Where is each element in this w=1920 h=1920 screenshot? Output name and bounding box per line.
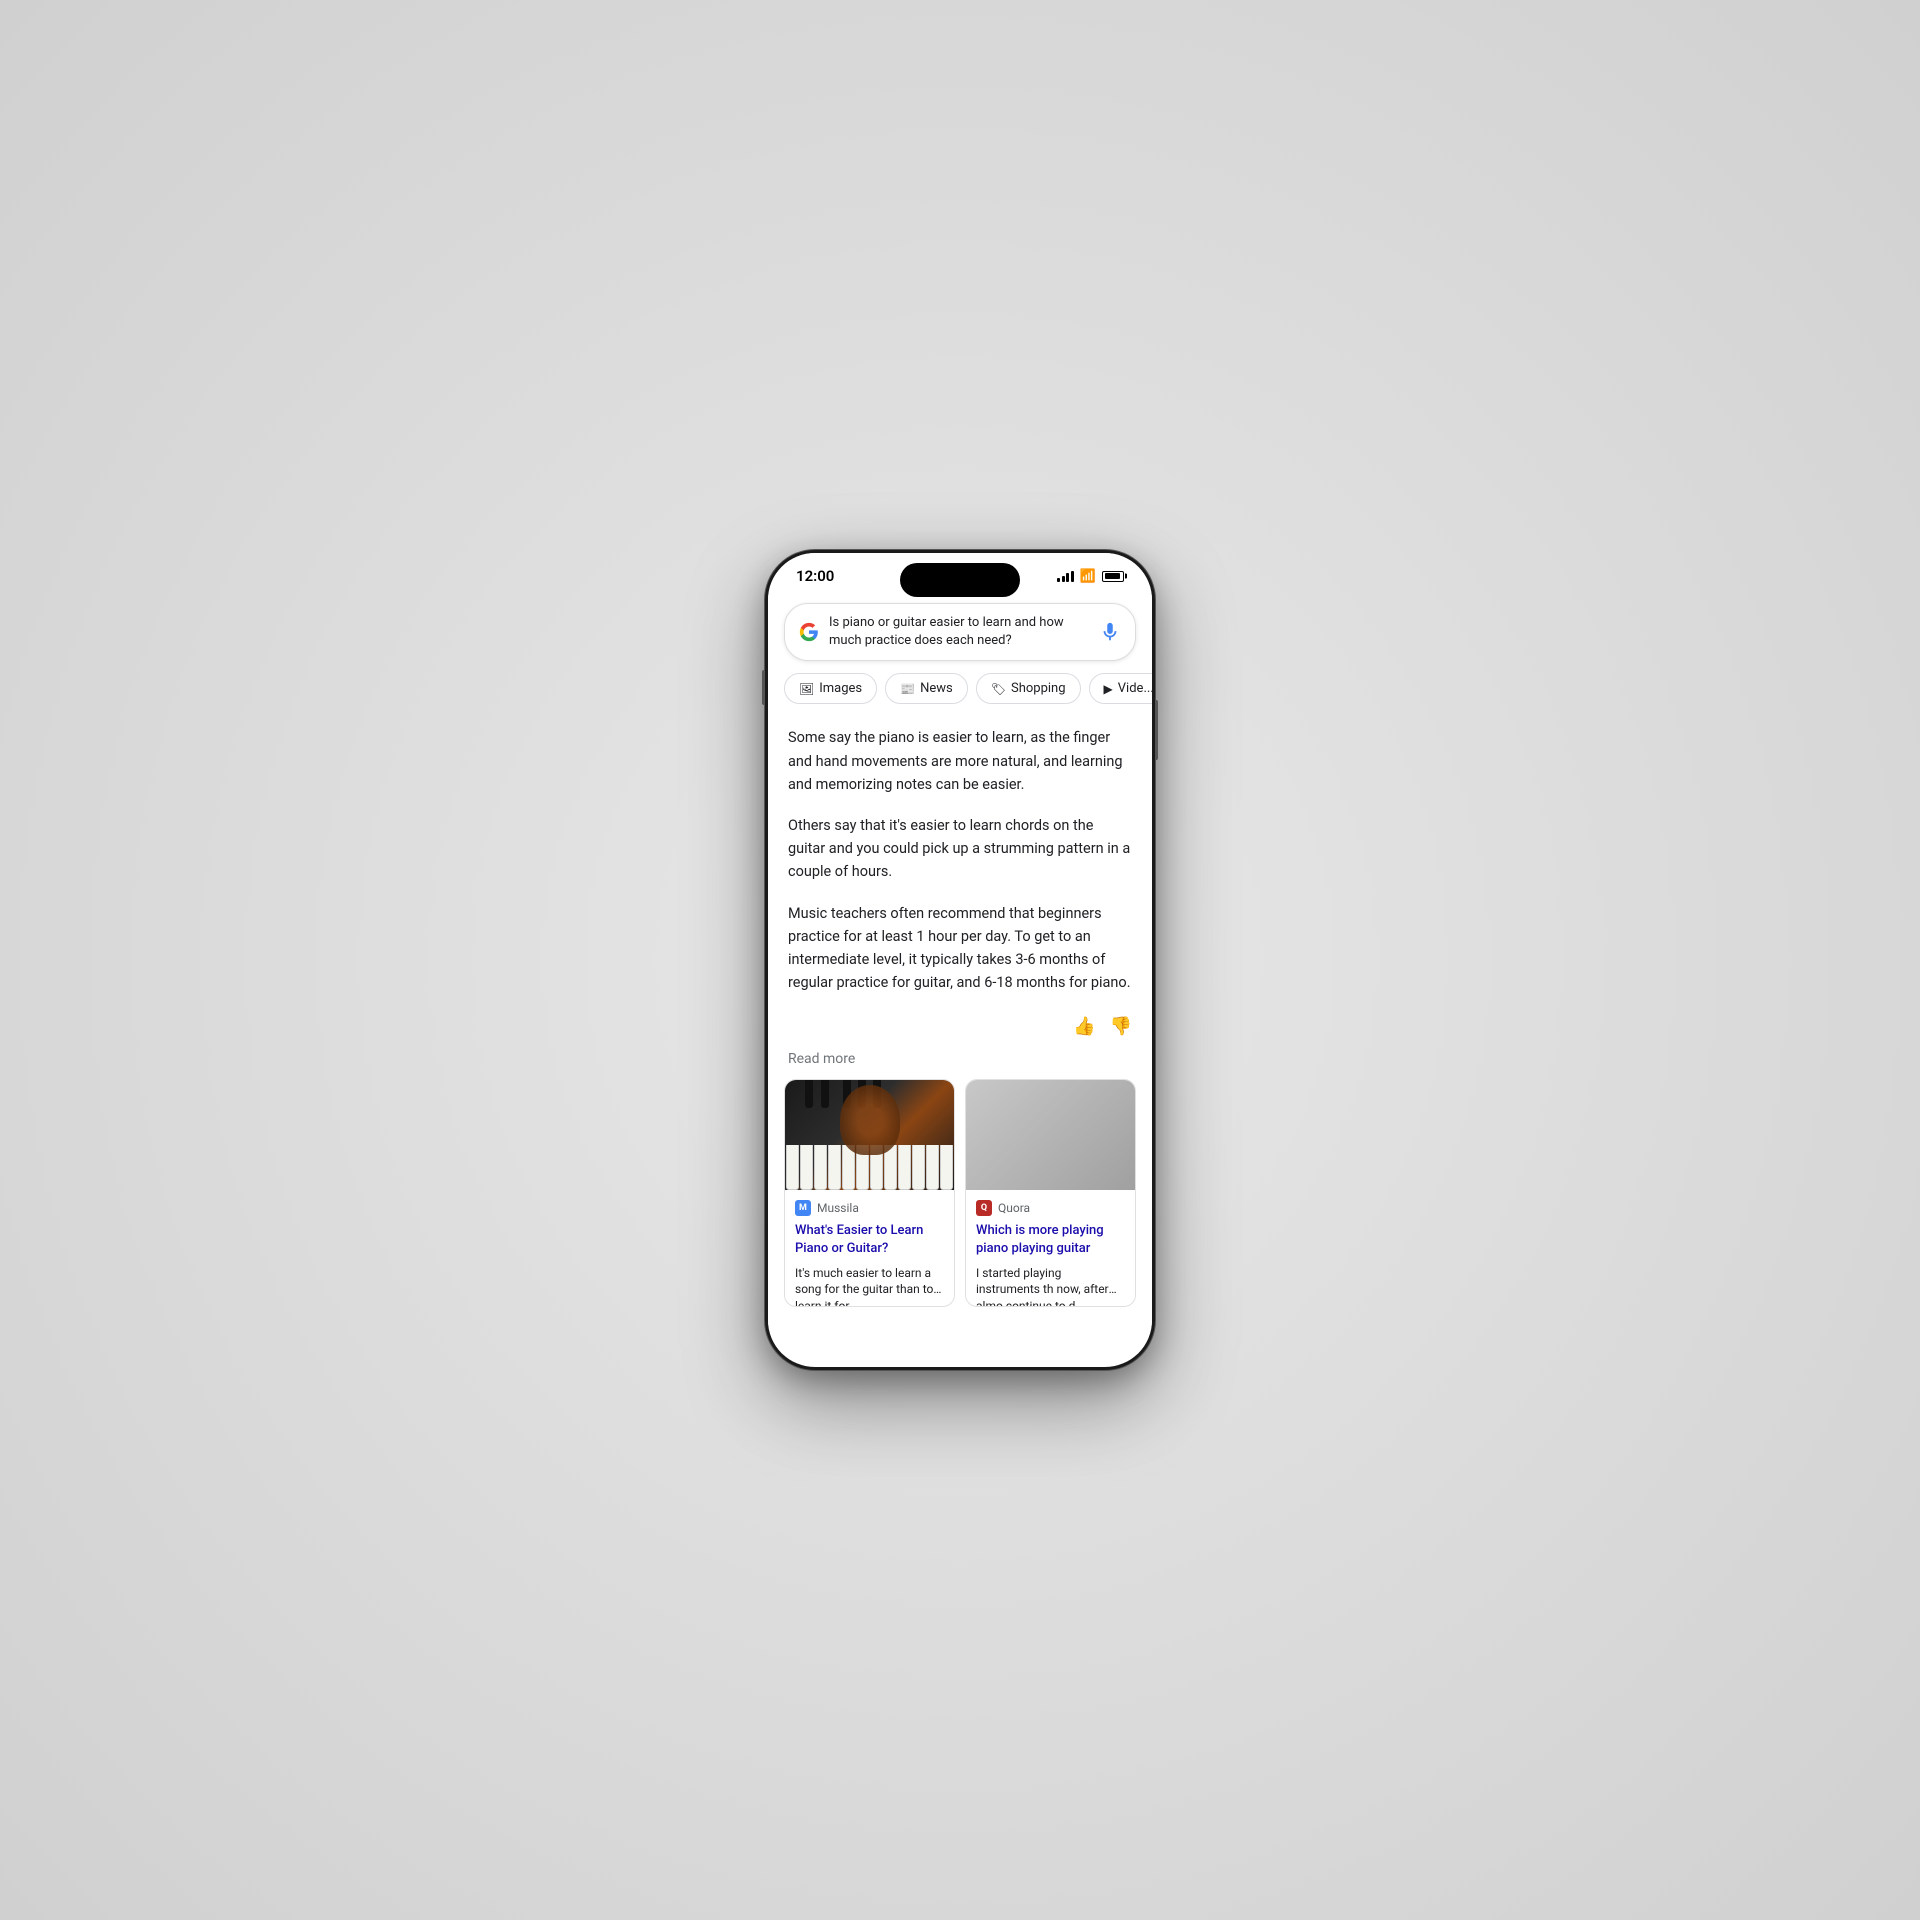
phone-shell: 12:00 📶: [765, 550, 1155, 1370]
thumbs-down-button[interactable]: 👎: [1110, 1016, 1132, 1037]
tab-news[interactable]: 📰 News: [885, 673, 968, 704]
battery-icon: [1102, 571, 1124, 582]
read-more-link[interactable]: Read more: [768, 1047, 1152, 1079]
quora-source-name: Quora: [998, 1201, 1030, 1215]
card-quora[interactable]: Q Quora Which is more playing piano play…: [965, 1079, 1136, 1307]
tab-shopping[interactable]: 🏷 Shopping: [976, 673, 1081, 704]
tab-videos[interactable]: ▶ Vide...: [1089, 673, 1152, 704]
phone-screen: 12:00 📶: [768, 553, 1152, 1367]
tab-images-label: Images: [819, 681, 862, 696]
signal-icon: [1057, 571, 1074, 582]
tab-news-label: News: [920, 681, 953, 696]
scene: 12:00 📶: [0, 0, 1920, 1920]
mic-icon[interactable]: [1099, 621, 1121, 643]
guitar-silhouette: [840, 1085, 900, 1155]
status-icons: 📶: [1057, 569, 1124, 584]
answer-paragraph-2: Others say that it's easier to learn cho…: [788, 814, 1132, 884]
quora-logo: Q: [976, 1200, 992, 1216]
video-icon: ▶: [1104, 682, 1113, 696]
card-quora-snippet: I started playing instruments th now, af…: [966, 1265, 1135, 1307]
filter-tabs: 🖼 Images 📰 News 🏷 Shopping ▶ Vide...: [768, 673, 1152, 716]
mussila-logo: M: [795, 1200, 811, 1216]
card-mussila-snippet: It's much easier to learn a song for the…: [785, 1265, 954, 1307]
feedback-row: 👍 👎: [768, 1012, 1152, 1047]
search-query-text: Is piano or guitar easier to learn and h…: [829, 614, 1091, 650]
card-quora-title: Which is more playing piano playing guit…: [966, 1220, 1135, 1264]
search-bar[interactable]: Is piano or guitar easier to learn and h…: [784, 603, 1136, 661]
card-mussila-image: [785, 1080, 954, 1190]
mussila-source-name: Mussila: [817, 1201, 859, 1215]
tab-images[interactable]: 🖼 Images: [784, 673, 877, 704]
status-bar: 12:00 📶: [768, 553, 1152, 593]
thumbs-up-button[interactable]: 👍: [1073, 1016, 1095, 1037]
tab-shopping-label: Shopping: [1011, 681, 1066, 696]
card-mussila[interactable]: M Mussila What's Easier to Learn Piano o…: [784, 1079, 955, 1307]
screen-content: Is piano or guitar easier to learn and h…: [768, 593, 1152, 1355]
card-quora-image: [966, 1080, 1135, 1190]
shopping-icon: 🏷: [991, 682, 1006, 696]
wifi-icon: 📶: [1080, 569, 1096, 584]
cards-row: M Mussila What's Easier to Learn Piano o…: [768, 1079, 1152, 1307]
google-logo: [799, 622, 819, 642]
tab-videos-label: Vide...: [1118, 681, 1152, 696]
card-mussila-source: M Mussila: [785, 1190, 954, 1220]
answer-section: Some say the piano is easier to learn, a…: [768, 716, 1152, 994]
dynamic-island: [900, 563, 1020, 597]
news-icon: 📰: [900, 682, 915, 696]
answer-paragraph-1: Some say the piano is easier to learn, a…: [788, 726, 1132, 796]
card-mussila-title: What's Easier to Learn Piano or Guitar?: [785, 1220, 954, 1264]
images-icon: 🖼: [799, 682, 814, 696]
status-time: 12:00: [796, 567, 834, 585]
answer-paragraph-3: Music teachers often recommend that begi…: [788, 902, 1132, 995]
card-quora-source: Q Quora: [966, 1190, 1135, 1220]
